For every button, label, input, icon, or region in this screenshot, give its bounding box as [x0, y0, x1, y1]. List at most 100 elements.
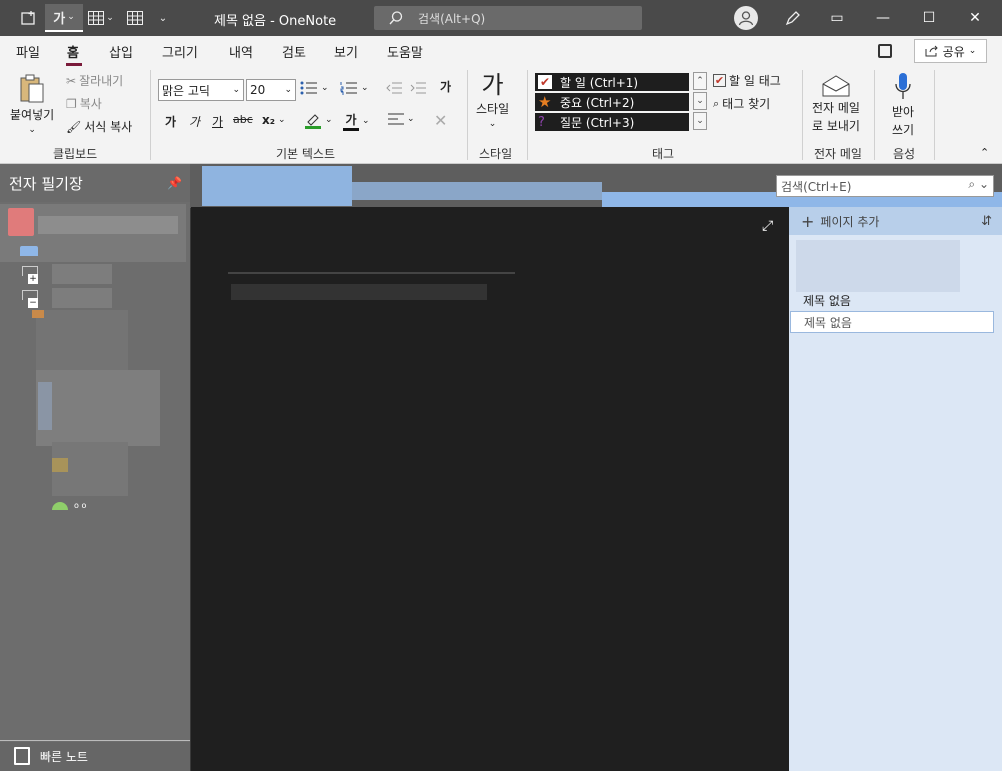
scroll-up-button[interactable]: ⌃	[693, 72, 707, 90]
expand-icon[interactable]: ⤢	[762, 218, 773, 234]
font-family-select[interactable]: 맑은 고딕 ⌄	[158, 79, 244, 101]
notebook-pane-title: 전자 필기장	[9, 174, 83, 193]
styles-button[interactable]: 가 스타일 ⌄	[476, 72, 509, 129]
avatar[interactable]	[734, 6, 758, 30]
title-bar: 가 ⌄ ⌄ ⌄ 제목 없음 - OneNote 검색(Alt+Q) ▭ — ☐ …	[0, 0, 1002, 36]
todo-tag-button[interactable]: ✔ 할 일 태그	[713, 72, 781, 89]
chevron-down-icon: ⌄	[278, 115, 286, 125]
notebook-icon	[8, 208, 34, 236]
table-insert-button[interactable]: ⌄	[84, 4, 118, 32]
highlight-button[interactable]: ⌄	[304, 111, 333, 129]
ribbon-display-icon: ▭	[830, 10, 844, 26]
more-sections-icon: o o	[74, 501, 87, 510]
share-button[interactable]: 공유 ⌄	[914, 39, 987, 63]
search-icon: ⌕ ⌄	[968, 177, 989, 191]
expand-icon[interactable]: +	[28, 274, 38, 284]
basic-text-group-label: 기본 텍스트	[276, 147, 336, 161]
page-item[interactable]: 제목 없음	[803, 292, 851, 309]
pin-icon[interactable]: 📌	[167, 176, 182, 190]
italic-button[interactable]: 가	[189, 113, 200, 130]
tab-file[interactable]: 파일	[16, 42, 40, 61]
ribbon: 붙여넣기 ⌄ ✂ 잘라내기 ❐ 복사 🖌 서식 복사 클립보드 맑은 고딕 ⌄ 2…	[0, 66, 1002, 164]
collapse-icon[interactable]: −	[28, 298, 38, 308]
section-tab-redacted[interactable]	[352, 182, 602, 200]
chevron-down-icon: ⌄	[321, 83, 329, 93]
window-title: 제목 없음 - OneNote	[214, 14, 337, 29]
page-search-input[interactable]: 검색(Ctrl+E) ⌕ ⌄	[776, 175, 994, 197]
scroll-down-button[interactable]: ⌄	[693, 92, 707, 110]
more-tags-button[interactable]: ⌄	[693, 112, 707, 130]
page-list-redacted[interactable]	[796, 240, 960, 292]
find-tags-icon: ⌕	[713, 96, 720, 110]
group-divider	[874, 70, 875, 160]
section-group-redacted[interactable]	[52, 264, 112, 284]
email-label-line2: 로 보내기	[812, 119, 860, 133]
group-divider	[802, 70, 803, 160]
section-tab-active-redacted[interactable]	[202, 166, 352, 206]
font-style-button[interactable]: 가 ⌄	[45, 4, 83, 32]
section-group-redacted[interactable]	[52, 288, 112, 308]
tag-todo[interactable]: ✔ 할 일 (Ctrl+1)	[535, 73, 689, 91]
paste-button[interactable]: 붙여넣기 ⌄	[10, 74, 54, 135]
dictate-button[interactable]: 받아 쓰기	[892, 72, 914, 138]
increase-indent-icon[interactable]	[410, 81, 426, 95]
subscript-button[interactable]: x₂ ⌄	[262, 113, 286, 127]
find-tags-button[interactable]: ⌕ 태그 찾기	[713, 95, 770, 112]
cut-button[interactable]: ✂ 잘라내기	[66, 72, 123, 89]
search-box[interactable]: 검색(Alt+Q)	[374, 6, 642, 30]
format-painter-button[interactable]: 🖌 서식 복사	[66, 118, 132, 135]
bold-button[interactable]: 가	[165, 113, 176, 130]
chevron-down-icon: ⌄	[232, 85, 240, 95]
share-label: 공유	[942, 44, 965, 59]
decrease-indent-icon[interactable]	[386, 81, 402, 95]
strikethrough-button[interactable]: abc	[233, 113, 253, 126]
numbering-button[interactable]: ⌄	[340, 81, 369, 95]
tag-important[interactable]: ★ 중요 (Ctrl+2)	[535, 93, 689, 111]
font-size-select[interactable]: 20 ⌄	[246, 79, 296, 101]
sort-icon[interactable]: ⇵	[981, 214, 992, 229]
screen-clip-icon[interactable]	[16, 4, 42, 32]
tab-history[interactable]: 내역	[229, 42, 253, 61]
tab-home[interactable]: 홈	[67, 42, 79, 61]
section-list-redacted[interactable]	[36, 370, 160, 446]
align-left-icon	[388, 113, 404, 125]
underline-button[interactable]: 가	[212, 113, 223, 130]
font-color-button[interactable]: 가 ⌄	[343, 111, 370, 131]
tab-draw[interactable]: 그리기	[162, 42, 198, 61]
collapse-ribbon-icon[interactable]: ⌃	[980, 146, 989, 159]
section-tab-icon	[20, 246, 38, 256]
clipboard-group-label: 클립보드	[53, 147, 98, 161]
note-canvas[interactable]	[191, 207, 789, 771]
add-page-button[interactable]: + 페이지 추가 ⇵	[789, 207, 1002, 235]
quick-notes-button[interactable]: 빠른 노트	[0, 740, 190, 771]
section-list-redacted[interactable]	[36, 310, 128, 370]
ribbon-display-options-button[interactable]: ▭	[814, 0, 860, 36]
minimize-button[interactable]: —	[860, 0, 906, 36]
grid-button[interactable]	[124, 4, 146, 32]
page-search-placeholder: 검색(Ctrl+E)	[781, 179, 852, 194]
tab-help[interactable]: 도움말	[387, 42, 423, 61]
page-item-selected[interactable]: 제목 없음	[790, 311, 994, 333]
sticky-note-icon[interactable]	[878, 44, 892, 58]
clear-formatting-icon[interactable]: 가	[440, 78, 451, 95]
email-page-button[interactable]: 전자 메일 로 보내기	[812, 74, 860, 134]
tab-review[interactable]: 검토	[282, 42, 306, 61]
page-title-redacted[interactable]	[231, 284, 487, 300]
checkbox-icon: ✔	[713, 74, 726, 87]
maximize-button[interactable]: ☐	[906, 0, 952, 36]
styles-glyph: 가	[481, 71, 504, 99]
tab-view[interactable]: 보기	[334, 42, 358, 61]
section-tab-icon	[52, 502, 68, 510]
copy-button[interactable]: ❐ 복사	[66, 95, 102, 112]
tab-insert[interactable]: 삽입	[109, 42, 133, 61]
microphone-icon	[895, 73, 911, 99]
clear-icon[interactable]: ✕	[434, 111, 447, 130]
bullets-button[interactable]: ⌄	[300, 81, 329, 95]
tag-question[interactable]: ? 질문 (Ctrl+3)	[535, 113, 689, 131]
close-button[interactable]: ✕	[952, 0, 998, 36]
pen-icon[interactable]	[782, 4, 804, 32]
align-button[interactable]: ⌄	[388, 113, 415, 125]
tag-todo-label: 할 일 (Ctrl+1)	[560, 75, 639, 90]
quick-notes-icon	[14, 747, 30, 765]
customize-toolbar-icon[interactable]: ⌄	[154, 4, 172, 32]
